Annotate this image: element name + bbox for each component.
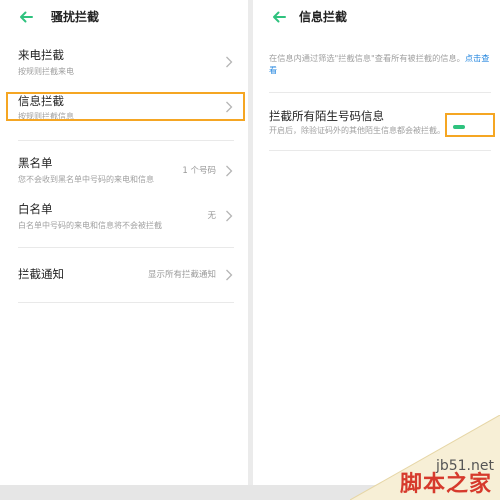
chevron-right-icon: [226, 165, 233, 177]
whitelist-row[interactable]: 白名单 白名单中号码的来电和信息将不会被拦截 无: [0, 198, 248, 234]
watermark-name: 脚本之家: [399, 471, 492, 497]
row-subtitle: 白名单中号码的来电和信息将不会被拦截: [18, 221, 162, 230]
info-text: 在信息内通过筛选"拦截信息"查看所有被拦截的信息。点击查看: [269, 52, 491, 76]
row-subtitle: 按规则拦截信息: [18, 112, 74, 121]
page-title: 骚扰拦截: [51, 10, 100, 24]
row-title: 信息拦截: [18, 94, 64, 108]
block-unknown-toggle[interactable]: [450, 120, 490, 134]
row-title: 来电拦截: [18, 48, 64, 62]
arrow-left-icon[interactable]: [271, 9, 287, 25]
row-value: 1 个号码: [182, 166, 216, 176]
setting-subtitle: 开启后，除验证码外的其他陌生信息都会被拦截。: [269, 126, 445, 135]
row-value: 显示所有拦截通知: [147, 270, 216, 280]
row-title: 黑名单: [18, 156, 53, 170]
row-subtitle: 您不会收到黑名单中号码的来电和信息: [18, 175, 154, 184]
row-title: 白名单: [18, 202, 53, 216]
left-screen: 骚扰拦截 来电拦截 按规则拦截来电 信息拦截 按规则拦截信息 黑名单 您不会收到…: [0, 0, 248, 485]
page-title: 信息拦截: [299, 10, 348, 24]
divider: [18, 140, 234, 141]
chevron-right-icon: [226, 101, 233, 113]
row-title: 拦截通知: [18, 267, 64, 281]
divider: [18, 247, 234, 248]
watermark: jb51.net 脚本之家: [350, 415, 500, 500]
setting-title: 拦截所有陌生号码信息: [269, 109, 384, 123]
call-blocking-row[interactable]: 来电拦截 按规则拦截来电: [0, 44, 248, 80]
info-description: 在信息内通过筛选"拦截信息"查看所有被拦截的信息。: [269, 53, 465, 63]
blacklist-row[interactable]: 黑名单 您不会收到黑名单中号码的来电和信息 1 个号码: [0, 152, 248, 188]
divider: [18, 302, 234, 303]
message-blocking-row[interactable]: 信息拦截 按规则拦截信息: [0, 90, 248, 124]
left-header: 骚扰拦截: [0, 0, 248, 34]
chevron-right-icon: [226, 210, 233, 222]
block-notification-row[interactable]: 拦截通知 显示所有拦截通知: [0, 262, 248, 290]
chevron-right-icon: [226, 56, 233, 68]
toggle-knob: [453, 125, 465, 129]
row-subtitle: 按规则拦截来电: [18, 67, 74, 76]
right-screen: 信息拦截 在信息内通过筛选"拦截信息"查看所有被拦截的信息。点击查看 拦截所有陌…: [253, 0, 500, 485]
right-header: 信息拦截: [253, 0, 500, 34]
divider: [269, 92, 491, 93]
divider: [269, 150, 491, 151]
row-value: 无: [207, 211, 216, 221]
arrow-left-icon[interactable]: [18, 9, 34, 25]
chevron-right-icon: [226, 269, 233, 281]
